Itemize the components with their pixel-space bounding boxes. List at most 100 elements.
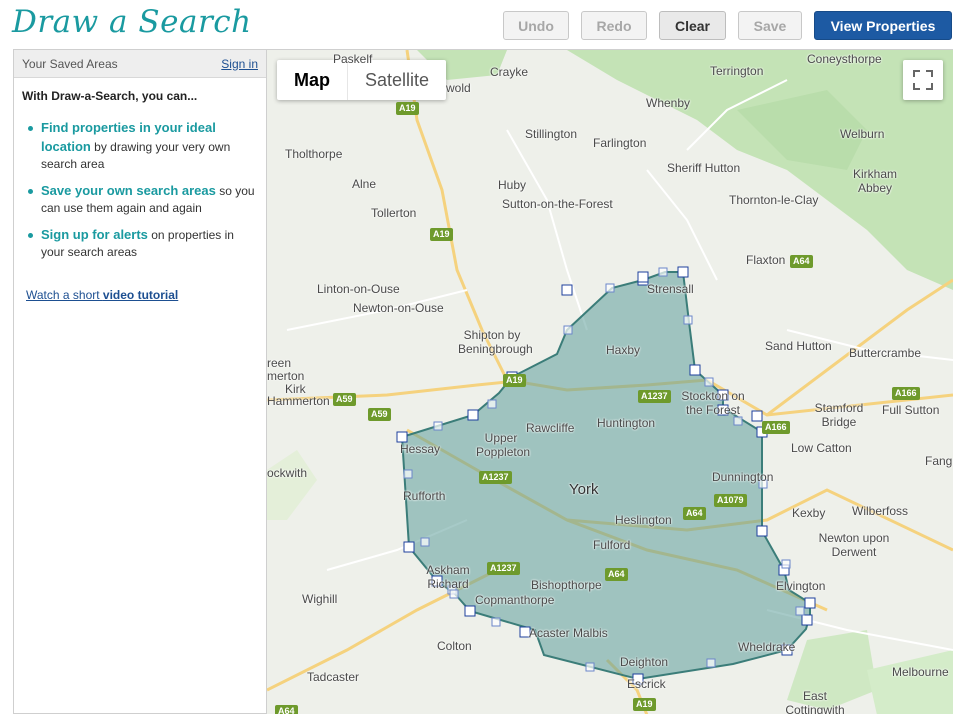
- road-shield: A64: [275, 705, 298, 714]
- bullet-icon: [28, 188, 33, 194]
- place-label: Tollerton: [371, 206, 417, 220]
- place-label: York: [569, 481, 599, 498]
- tutorial-link-text: video tutorial: [102, 287, 179, 302]
- place-label: Paskelf: [333, 52, 373, 66]
- road-shield: A19: [396, 102, 419, 115]
- place-label: Coneysthorpe: [807, 52, 882, 66]
- save-button[interactable]: Save: [738, 11, 802, 40]
- road-shield: A59: [333, 393, 356, 406]
- place-label: Sutton-on-the-Forest: [502, 197, 613, 211]
- map-canvas[interactable]: Map Satellite Paskelf Crayke Terrington …: [267, 49, 953, 714]
- place-label: Colton: [437, 639, 472, 653]
- place-label: Upper Poppleton: [476, 431, 531, 459]
- undo-button[interactable]: Undo: [503, 11, 569, 40]
- feature-item: Find properties in your ideal location b…: [26, 119, 258, 174]
- feature-list: Find properties in your ideal location b…: [14, 103, 266, 262]
- place-label: Rufforth: [403, 489, 446, 503]
- feature-item: Save your own search areas so you can us…: [26, 182, 258, 218]
- place-label: Stillington: [525, 127, 578, 141]
- place-label: East Cottingwith: [785, 689, 845, 714]
- place-label: Huntington: [597, 416, 656, 430]
- place-label: Copmanthorpe: [475, 593, 555, 607]
- place-label: Shipton by Beningbrough: [458, 328, 533, 356]
- road-shield: A64: [683, 507, 706, 520]
- place-label: Huby: [498, 178, 527, 192]
- road-shield: A19: [503, 374, 526, 387]
- road-shield: A59: [368, 408, 391, 421]
- place-label: Rawcliffe: [526, 421, 575, 435]
- place-label: Full Sutton: [882, 403, 940, 417]
- place-label: Welburn: [840, 127, 885, 141]
- road-shield: A1237: [479, 471, 512, 484]
- place-label: Sand Hutton: [765, 339, 832, 353]
- road-shield: A1237: [487, 562, 520, 575]
- place-label: Whenby: [646, 96, 691, 110]
- place-label: Stockton on the Forest: [681, 389, 745, 417]
- sidebar: Your Saved Areas Sign in With Draw-a-Sea…: [13, 49, 267, 714]
- place-label: Terrington: [710, 64, 764, 78]
- place-label: Hessay: [400, 442, 441, 456]
- map-type-satellite-button[interactable]: Satellite: [347, 60, 446, 100]
- place-label: wold: [446, 81, 471, 95]
- place-label: Dunnington: [712, 470, 774, 484]
- place-label: Fulford: [593, 538, 631, 552]
- road-shield: A64: [790, 255, 813, 268]
- toolbar: Undo Redo Clear Save View Properties: [503, 11, 952, 40]
- place-label: Tadcaster: [307, 670, 360, 684]
- place-label: Newton-on-Ouse: [353, 301, 444, 315]
- place-label: Acaster Malbis: [529, 626, 608, 640]
- place-label: merton: [267, 369, 305, 383]
- place-label: Stamford Bridge: [814, 401, 864, 429]
- place-label: Low Catton: [791, 441, 852, 455]
- place-label: Crayke: [490, 65, 529, 79]
- feature-title: Sign up for alerts: [41, 226, 148, 242]
- tutorial-prefix: Watch a short: [26, 287, 103, 302]
- map-type-control: Map Satellite: [277, 60, 447, 100]
- video-tutorial-link[interactable]: Watch a short video tutorial: [14, 270, 266, 302]
- feature-item: Sign up for alerts on properties in your…: [26, 226, 258, 262]
- bullet-icon: [28, 232, 33, 238]
- place-label: Haxby: [606, 343, 641, 357]
- road-shield: A19: [430, 228, 453, 241]
- place-label: ockwith: [267, 466, 308, 480]
- redo-button[interactable]: Redo: [581, 11, 647, 40]
- feature-title: Save your own search areas: [41, 182, 216, 198]
- intro-text: With Draw-a-Search, you can...: [22, 89, 198, 103]
- place-label: Melbourne: [892, 665, 949, 679]
- road-shield: A166: [762, 421, 790, 434]
- place-label: Kirkham Abbey: [852, 167, 897, 195]
- fullscreen-button[interactable]: [903, 60, 943, 100]
- place-label: Sheriff Hutton: [667, 161, 741, 175]
- place-label: Escrick: [627, 677, 666, 691]
- place-label: Wighill: [302, 592, 338, 606]
- road-shield: A64: [605, 568, 628, 581]
- saved-areas-header: Your Saved Areas Sign in: [14, 50, 266, 78]
- place-label: Elvington: [776, 579, 826, 593]
- place-label: Fang: [925, 454, 953, 468]
- place-label: Askham Richard: [426, 563, 470, 591]
- place-label: Newton upon Derwent: [818, 531, 890, 559]
- saved-areas-title: Your Saved Areas: [22, 56, 118, 71]
- app-logo: Draw a Search: [12, 4, 252, 40]
- place-label: Alne: [352, 177, 377, 191]
- place-label: Farlington: [593, 136, 647, 150]
- place-label: Wheldrake: [738, 640, 796, 654]
- place-label: Strensall: [647, 282, 694, 296]
- place-label: Buttercrambe: [849, 346, 922, 360]
- place-label: Hammerton: [267, 394, 330, 408]
- road-shield: A1079: [714, 494, 747, 507]
- place-label: Heslington: [615, 513, 672, 527]
- place-label: Flaxton: [746, 253, 786, 267]
- place-label: Deighton: [620, 655, 669, 669]
- sign-in-link[interactable]: Sign in: [221, 57, 258, 71]
- place-label: Kexby: [792, 506, 826, 520]
- road-shield: A166: [892, 387, 920, 400]
- place-label: Linton-on-Ouse: [317, 282, 400, 296]
- place-label: Thornton-le-Clay: [729, 193, 819, 207]
- clear-button[interactable]: Clear: [659, 11, 726, 40]
- view-properties-button[interactable]: View Properties: [814, 11, 952, 40]
- map-type-map-button[interactable]: Map: [277, 60, 347, 100]
- fullscreen-icon: [913, 70, 933, 90]
- place-label: Wilberfoss: [852, 504, 909, 518]
- bullet-icon: [28, 126, 33, 131]
